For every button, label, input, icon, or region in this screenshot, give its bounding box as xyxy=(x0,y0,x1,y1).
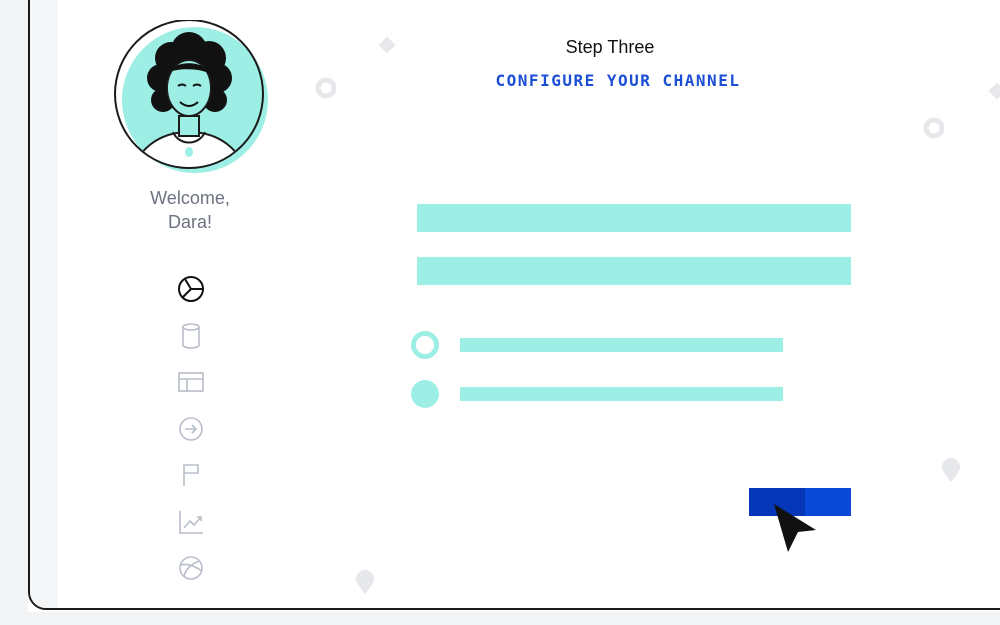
option-radio-selected[interactable] xyxy=(411,380,439,408)
option-label-placeholder xyxy=(460,387,783,401)
diamond-decoration xyxy=(988,82,1000,100)
sidebar-edge xyxy=(30,0,58,608)
drop-decoration xyxy=(356,570,374,594)
sidebar-nav xyxy=(174,272,208,598)
welcome-username: Dara! xyxy=(167,212,212,232)
table-icon xyxy=(178,372,204,392)
step-label: Step Three xyxy=(565,37,655,57)
option-label-placeholder xyxy=(460,338,783,352)
mouse-pointer-icon xyxy=(774,504,816,552)
arrow-circle-icon xyxy=(179,416,203,441)
ring-decoration xyxy=(315,77,337,99)
step-title: CONFIGURE YOUR CHANNEL xyxy=(495,71,741,90)
outer-background xyxy=(0,0,28,625)
welcome-greeting: Welcome, xyxy=(150,188,230,208)
diamond-decoration xyxy=(378,36,396,54)
nav-item-flag[interactable] xyxy=(174,458,208,492)
ring-decoration xyxy=(923,117,945,139)
nav-item-globe[interactable] xyxy=(174,551,208,585)
nav-item-trends[interactable] xyxy=(174,505,208,539)
flag-icon xyxy=(183,464,199,486)
pie-chart-icon xyxy=(178,276,204,302)
outer-background-bottom xyxy=(0,612,1000,625)
welcome-message: Welcome, Dara! xyxy=(120,186,260,234)
option-radio-unselected[interactable] xyxy=(411,331,439,359)
channel-name-field[interactable] xyxy=(417,204,851,232)
channel-description-field[interactable] xyxy=(417,257,851,285)
drop-decoration xyxy=(942,458,960,482)
globe-icon xyxy=(179,556,203,580)
nav-item-dashboard[interactable] xyxy=(174,272,208,306)
database-icon xyxy=(182,322,200,349)
nav-item-forward[interactable] xyxy=(174,412,208,446)
avatar xyxy=(113,19,273,180)
app-canvas: Welcome, Dara! Step Three CONFIGURE YOUR… xyxy=(0,0,1000,625)
nav-item-database[interactable] xyxy=(174,319,208,353)
trend-chart-icon xyxy=(179,510,203,534)
nav-item-table[interactable] xyxy=(174,365,208,399)
